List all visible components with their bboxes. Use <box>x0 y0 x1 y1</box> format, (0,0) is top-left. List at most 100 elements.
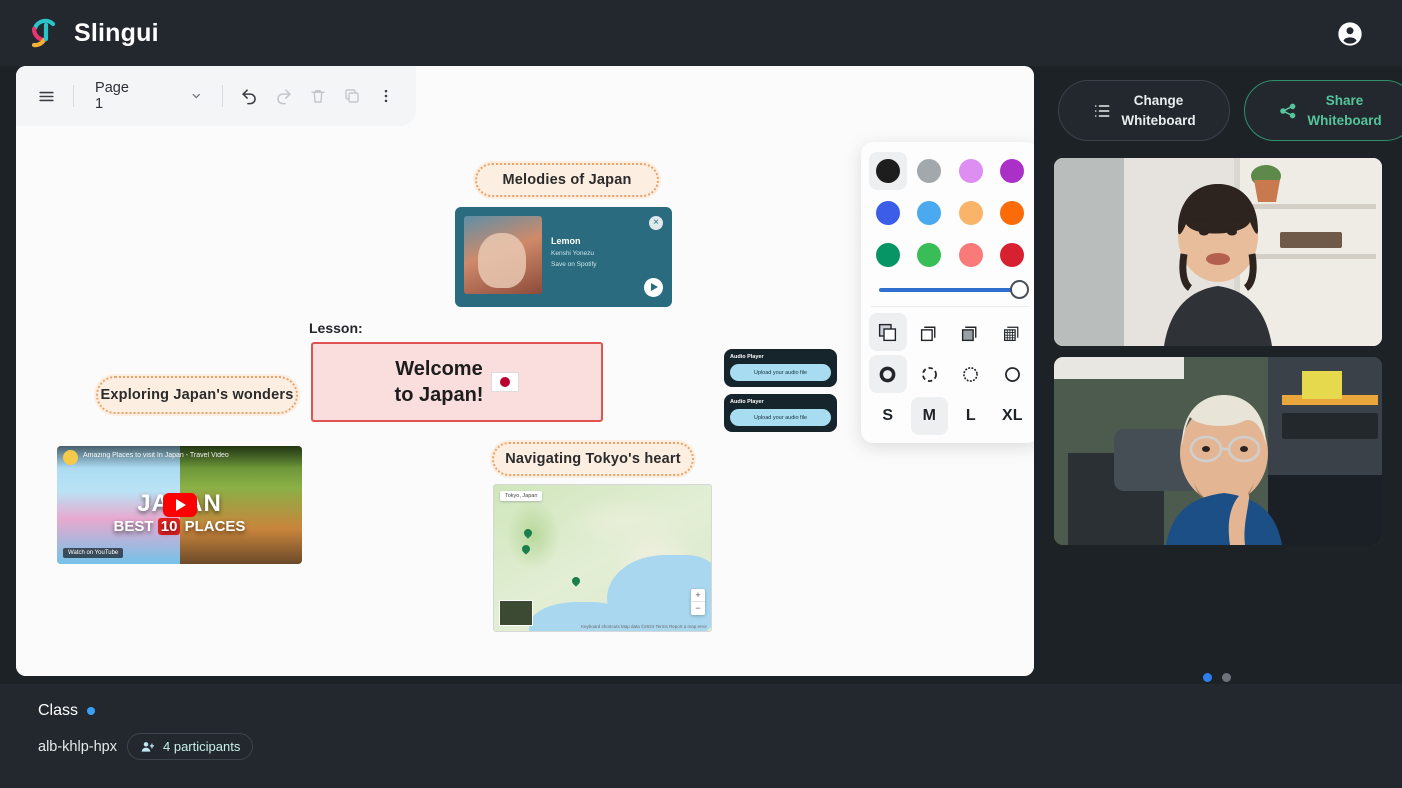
play-icon[interactable] <box>644 278 663 297</box>
panel-divider <box>871 306 1029 307</box>
video-subtitle-number: 10 <box>157 518 181 535</box>
top-bar: Slingui <box>0 0 1402 66</box>
share-whiteboard-button[interactable]: Share Whiteboard <box>1244 80 1402 141</box>
toolbar-divider <box>221 85 223 107</box>
sticky-note[interactable]: Navigating Tokyo's heart <box>490 440 696 478</box>
color-swatch-light-red[interactable] <box>952 236 990 274</box>
stroke-dotted-icon[interactable] <box>952 355 990 393</box>
color-swatch-black[interactable] <box>869 152 907 190</box>
color-swatch-grid <box>869 152 1031 274</box>
welcome-card[interactable]: Welcome to Japan! <box>311 342 603 422</box>
map-zoom-controls[interactable]: + − <box>691 589 705 615</box>
color-swatch-orange[interactable] <box>994 194 1032 232</box>
opacity-slider[interactable] <box>879 280 1029 299</box>
size-l-button[interactable]: L <box>952 397 990 435</box>
track-artist: Kenshi Yonezu <box>551 250 595 257</box>
audio-player-card[interactable]: Audio Player Upload your audio file <box>724 349 837 387</box>
opacity-slider-row <box>869 274 1031 302</box>
size-xl-button[interactable]: XL <box>994 397 1032 435</box>
color-swatch-violet[interactable] <box>994 152 1032 190</box>
upload-audio-button[interactable]: Upload your audio file <box>730 409 831 426</box>
welcome-line-2: to Japan! <box>394 384 484 406</box>
sticky-note[interactable]: Melodies of Japan <box>473 161 661 199</box>
fill-none-icon[interactable] <box>911 313 949 351</box>
hamburger-menu-icon[interactable] <box>30 79 62 113</box>
pagination-dot-1[interactable] <box>1203 673 1212 682</box>
color-swatch-red[interactable] <box>994 236 1032 274</box>
color-swatch-green[interactable] <box>869 236 907 274</box>
whiteboard-panel[interactable]: Melodies of Japan Exploring Japan's wond… <box>16 66 1034 676</box>
welcome-line-1: Welcome <box>395 358 483 380</box>
stroke-style-grid <box>869 355 1031 393</box>
video-subtitle-post: PLACES <box>180 518 246 535</box>
meeting-title: Class <box>38 702 79 719</box>
stroke-solid-icon[interactable] <box>994 355 1032 393</box>
audio-player-title: Audio Player <box>730 399 764 405</box>
change-whiteboard-button[interactable]: Change Whiteboard <box>1058 80 1230 141</box>
participant-video-2[interactable] <box>1054 357 1382 545</box>
pagination-dot-2[interactable] <box>1222 673 1231 682</box>
size-m-label: M <box>922 407 936 424</box>
fill-semi-icon[interactable] <box>869 313 907 351</box>
trash-icon[interactable] <box>302 79 334 113</box>
style-panel[interactable]: S M L XL <box>861 142 1034 443</box>
youtube-embed-card[interactable]: Amazing Places to visit In Japan - Trave… <box>57 446 302 564</box>
size-m-button[interactable]: M <box>910 397 948 435</box>
map-zoom-in-button[interactable]: + <box>691 589 705 602</box>
page-selector[interactable]: Page 1 <box>85 79 211 113</box>
change-whiteboard-line1: Change <box>1133 92 1184 108</box>
slingui-logo-icon <box>24 14 62 52</box>
more-vertical-icon[interactable] <box>370 79 402 113</box>
welcome-text: Welcome to Japan! <box>395 356 484 408</box>
stroke-dashed-icon[interactable] <box>911 355 949 393</box>
youtube-play-icon[interactable] <box>162 493 197 517</box>
live-status-dot <box>87 707 96 715</box>
map-zoom-out-button[interactable]: − <box>691 602 705 615</box>
undo-icon[interactable] <box>234 79 266 113</box>
spotify-brand: Save on Spotify <box>551 261 597 268</box>
map-title-chip[interactable]: Tokyo, Japan <box>500 491 543 501</box>
size-grid: S M L XL <box>869 397 1031 435</box>
size-s-label: S <box>882 407 894 424</box>
participant-video-1[interactable] <box>1054 158 1382 346</box>
meeting-info: Class alb-khlp-hpx 4 participants <box>38 702 254 760</box>
sticky-note-label: Navigating Tokyo's heart <box>505 451 681 467</box>
color-swatch-light-blue[interactable] <box>911 194 949 232</box>
opacity-slider-knob[interactable] <box>1010 280 1029 299</box>
account-circle-icon[interactable] <box>1336 20 1364 48</box>
lesson-label: Lesson: <box>309 320 363 336</box>
map-street-view-thumb[interactable] <box>499 600 533 626</box>
app-root: Slingui Melodies of Japan Exploring Japa… <box>0 0 1402 788</box>
fill-solid-icon[interactable] <box>952 313 990 351</box>
map-attribution: Keyboard shortcuts Map data ©2024 Terms … <box>580 624 707 629</box>
fill-pattern-icon[interactable] <box>994 313 1032 351</box>
upload-audio-button[interactable]: Upload your audio file <box>730 364 831 381</box>
color-swatch-yellow[interactable] <box>952 194 990 232</box>
video-subtitle-pre: BEST <box>113 518 158 535</box>
color-swatch-grey[interactable] <box>911 152 949 190</box>
meeting-code-row: alb-khlp-hpx 4 participants <box>38 733 254 760</box>
chevron-down-icon <box>192 93 201 99</box>
fill-style-grid <box>869 313 1031 351</box>
size-s-button[interactable]: S <box>869 397 907 435</box>
sticky-note-label: Melodies of Japan <box>502 172 632 188</box>
participants-badge[interactable]: 4 participants <box>127 733 254 760</box>
copy-icon[interactable] <box>336 79 368 113</box>
size-xl-label: XL <box>1002 407 1023 424</box>
color-swatch-blue[interactable] <box>869 194 907 232</box>
close-icon[interactable]: × <box>649 216 663 230</box>
redo-icon[interactable] <box>268 79 300 113</box>
google-map-embed[interactable]: Tokyo, Japan + − Keyboard shortcuts Map … <box>493 484 712 632</box>
toolbar-divider <box>73 85 75 107</box>
video-subtitle-overlay: BEST 10 PLACES <box>57 518 302 535</box>
page-label: Page 1 <box>95 80 129 112</box>
audio-player-card[interactable]: Audio Player Upload your audio file <box>724 394 837 432</box>
color-swatch-light-violet[interactable] <box>952 152 990 190</box>
watch-on-youtube-label[interactable]: Watch on YouTube <box>63 548 124 558</box>
stroke-draw-icon[interactable] <box>869 355 907 393</box>
color-swatch-light-green[interactable] <box>911 236 949 274</box>
people-add-icon <box>141 741 154 752</box>
sticky-note[interactable]: Exploring Japan's wonders <box>94 374 300 416</box>
bottom-bar: Class alb-khlp-hpx 4 participants <box>0 684 1402 788</box>
spotify-embed-card[interactable]: Lemon Kenshi Yonezu Save on Spotify × <box>455 207 672 307</box>
